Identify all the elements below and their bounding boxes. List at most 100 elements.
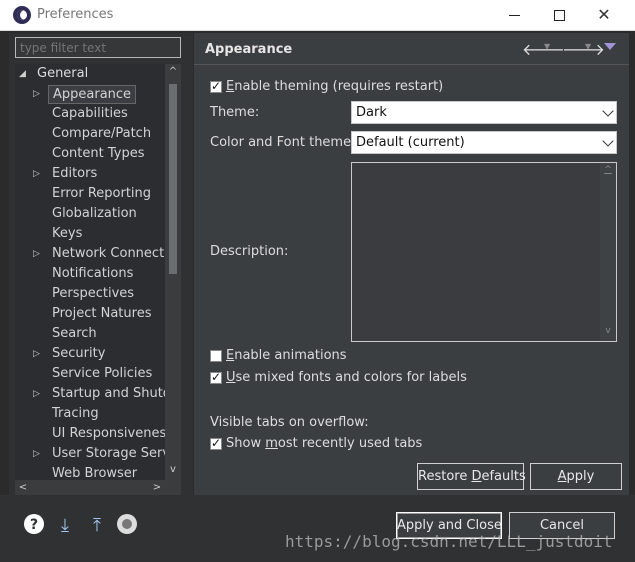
tree-vertical-scrollbar[interactable]: ^ v bbox=[165, 64, 181, 480]
tree-item[interactable]: ▷ Network Connectio bbox=[15, 244, 165, 264]
tree-item-label: Appearance bbox=[48, 85, 137, 104]
visible-tabs-label: Visible tabs on overflow: bbox=[210, 415, 369, 430]
collapsed-arrow-icon[interactable]: ▷ bbox=[33, 164, 45, 184]
left-pane: ◢General▷AppearanceCapabilitiesCompare/P… bbox=[9, 33, 193, 496]
tree-list: ◢ General ▷ Appearance Capabilities Compare/P… bbox=[15, 64, 165, 480]
tree-item[interactable]: ▷ Security bbox=[15, 344, 165, 364]
eclipse-app-icon bbox=[13, 6, 31, 24]
tree-item[interactable]: Tracing bbox=[15, 404, 165, 424]
maximize-icon bbox=[553, 10, 565, 21]
tree-item-label: General bbox=[37, 66, 89, 81]
description-label: Description: bbox=[210, 244, 289, 259]
tree-item[interactable]: UI Responsiveness bbox=[15, 424, 165, 444]
tree-item-label: Content Types bbox=[52, 146, 145, 161]
help-icon[interactable]: ? bbox=[24, 514, 44, 534]
tree-item[interactable]: Project Natures bbox=[15, 304, 165, 324]
preference-page: Appearance 🡐 ▼ 🡒 ▼ Enable theming (requi… bbox=[194, 33, 629, 495]
forward-arrow-icon[interactable]: 🡒 bbox=[562, 39, 605, 59]
tree-item[interactable]: Search bbox=[15, 324, 165, 344]
tree-item-label: Service Policies bbox=[52, 366, 153, 381]
tree-item-label: Keys bbox=[52, 226, 83, 241]
enable-animations-label[interactable]: Enable animations bbox=[226, 348, 347, 363]
filter-input[interactable] bbox=[15, 37, 181, 58]
description-textarea[interactable]: ^ v bbox=[351, 162, 617, 342]
tree-item-label: Security bbox=[52, 346, 106, 361]
scroll-down-icon[interactable]: v bbox=[165, 462, 181, 478]
dialog-button-bar: ? ⤓ ⤒ Apply and Close Cancel https://blo… bbox=[0, 495, 635, 562]
tree-item[interactable]: ▷ Startup and Shutdo bbox=[15, 384, 165, 404]
scroll-up-icon[interactable]: ^ bbox=[165, 64, 181, 80]
page-title: Appearance bbox=[205, 42, 293, 57]
chevron-down-icon bbox=[602, 135, 614, 147]
collapsed-arrow-icon[interactable]: ▷ bbox=[33, 444, 45, 464]
scroll-thumb[interactable] bbox=[169, 84, 177, 274]
apply-button[interactable]: Apply bbox=[530, 463, 622, 490]
minimize-button[interactable] bbox=[491, 0, 537, 31]
tree-item-label: Web Browser bbox=[52, 466, 138, 480]
enable-theming-label[interactable]: Enable theming (requires restart) bbox=[226, 79, 443, 94]
scroll-down-icon[interactable]: v bbox=[600, 326, 616, 336]
enable-animations-checkbox[interactable] bbox=[210, 350, 222, 362]
collapsed-arrow-icon[interactable]: ▷ bbox=[33, 84, 45, 104]
tree-item-label: User Storage Servic bbox=[52, 446, 165, 461]
tree-item[interactable]: Capabilities bbox=[15, 104, 165, 124]
tree-item[interactable]: ▷ User Storage Servic bbox=[15, 444, 165, 464]
mixed-fonts-checkbox[interactable] bbox=[210, 370, 222, 384]
tree-item[interactable]: Perspectives bbox=[15, 284, 165, 304]
tree-item-label: Project Natures bbox=[52, 306, 152, 321]
tree-item[interactable]: Notifications bbox=[15, 264, 165, 284]
tree-item[interactable]: Web Browser bbox=[15, 464, 165, 480]
show-mru-tabs-checkbox[interactable] bbox=[210, 436, 222, 450]
collapsed-arrow-icon[interactable]: ▷ bbox=[33, 344, 45, 364]
enable-theming-checkbox[interactable] bbox=[210, 79, 222, 93]
view-menu-icon[interactable] bbox=[604, 43, 616, 50]
tree-item[interactable]: Content Types bbox=[15, 144, 165, 164]
tree-item-label: Error Reporting bbox=[52, 186, 152, 201]
color-font-theme-select[interactable]: Default (current) bbox=[351, 131, 617, 154]
preferences-tree: ◢ General ▷ Appearance Capabilities Compare/P… bbox=[15, 64, 181, 480]
scroll-up-icon[interactable]: ^ bbox=[600, 165, 616, 175]
import-icon[interactable]: ⤓ bbox=[54, 515, 76, 537]
theme-select-value: Dark bbox=[356, 105, 387, 120]
theme-label: Theme: bbox=[210, 105, 260, 120]
mixed-fonts-label[interactable]: Use mixed fonts and colors for labels bbox=[226, 370, 467, 385]
close-button[interactable]: ✕ bbox=[581, 0, 627, 31]
page-header: Appearance 🡐 ▼ 🡒 ▼ bbox=[194, 33, 629, 65]
title-bar: Preferences ✕ bbox=[0, 0, 635, 31]
description-scrollbar[interactable]: ^ v bbox=[600, 163, 616, 341]
tree-item-label: Perspectives bbox=[52, 286, 135, 301]
watermark-text: https://blog.csdn.net/LLL_justdoit bbox=[285, 532, 613, 551]
collapsed-arrow-icon[interactable]: ▷ bbox=[33, 244, 45, 264]
window-title: Preferences bbox=[37, 7, 114, 22]
tree-item[interactable]: ▷ Editors bbox=[15, 164, 165, 184]
tree-item[interactable]: ▷ Appearance bbox=[15, 84, 165, 104]
collapsed-arrow-icon[interactable]: ▷ bbox=[33, 384, 45, 404]
color-font-theme-label: Color and Font theme: bbox=[210, 135, 356, 150]
minimize-icon bbox=[508, 15, 520, 16]
export-icon[interactable]: ⤒ bbox=[86, 515, 108, 537]
show-mru-tabs-label[interactable]: Show most recently used tabs bbox=[226, 436, 422, 451]
restore-defaults-button[interactable]: Restore Defaults bbox=[417, 463, 526, 490]
scroll-right-icon[interactable]: > bbox=[149, 480, 165, 496]
tree-item[interactable]: Service Policies bbox=[15, 364, 165, 384]
tree-item[interactable]: Keys bbox=[15, 224, 165, 244]
maximize-button[interactable] bbox=[536, 0, 582, 31]
forward-dropdown-icon[interactable]: ▼ bbox=[585, 42, 591, 51]
tree-item-label: UI Responsiveness bbox=[52, 426, 165, 441]
tree-item[interactable]: ◢ General bbox=[15, 64, 165, 84]
oomph-record-icon[interactable] bbox=[117, 514, 137, 534]
scroll-left-icon[interactable]: < bbox=[15, 480, 31, 496]
tree-horizontal-scrollbar[interactable]: < > bbox=[15, 480, 181, 496]
tree-item-label: Search bbox=[52, 326, 97, 341]
expanded-arrow-icon[interactable]: ◢ bbox=[19, 64, 31, 84]
tree-item[interactable]: Compare/Patch bbox=[15, 124, 165, 144]
tree-item-label: Startup and Shutdo bbox=[52, 386, 165, 401]
tree-item[interactable]: Error Reporting bbox=[15, 184, 165, 204]
tree-item[interactable]: Globalization bbox=[15, 204, 165, 224]
back-dropdown-icon[interactable]: ▼ bbox=[544, 42, 550, 51]
tree-item-label: Network Connectio bbox=[52, 246, 165, 261]
tree-item-label: Notifications bbox=[52, 266, 134, 281]
tree-item-label: Compare/Patch bbox=[52, 126, 152, 141]
tree-item-label: Capabilities bbox=[52, 106, 128, 121]
theme-select[interactable]: Dark bbox=[351, 101, 617, 124]
